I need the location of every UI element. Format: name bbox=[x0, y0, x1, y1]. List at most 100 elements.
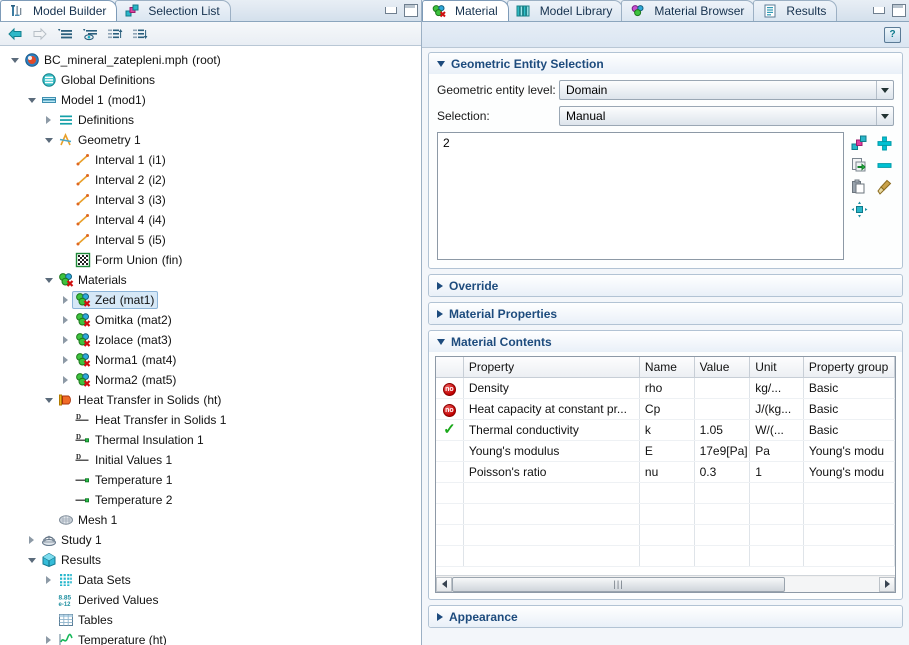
tab-material[interactable]: Material bbox=[422, 0, 509, 21]
expand-collapse-down-icon[interactable] bbox=[25, 90, 38, 110]
expand-collapse-down-icon[interactable] bbox=[25, 550, 38, 570]
expand-collapse-right-icon[interactable] bbox=[42, 570, 55, 590]
minimize-button[interactable] bbox=[383, 3, 397, 17]
section-header[interactable]: Override bbox=[429, 275, 902, 296]
selection-select[interactable]: Manual bbox=[559, 106, 894, 126]
expand-collapse-right-icon[interactable] bbox=[59, 350, 72, 370]
expand-collapse-right-icon[interactable] bbox=[59, 330, 72, 350]
tree-node-temperature-2[interactable]: Temperature 2 bbox=[0, 490, 421, 510]
table-row[interactable]: no Density rho kg/... Basic bbox=[436, 377, 895, 399]
show-hide-icon[interactable] bbox=[81, 25, 99, 43]
column-header[interactable]: Property group bbox=[803, 357, 895, 378]
go-back-icon[interactable] bbox=[6, 25, 24, 43]
tree-node-mesh-1[interactable]: Mesh 1 bbox=[0, 510, 421, 530]
tab-material-browser[interactable]: Material Browser bbox=[621, 0, 756, 21]
table-row[interactable]: ✓ Thermal conductivity k 1.05 W/(... Basic bbox=[436, 419, 895, 441]
expand-collapse-right-icon[interactable] bbox=[59, 370, 72, 390]
clear-selection-icon[interactable] bbox=[875, 178, 894, 197]
scroll-track[interactable]: ||| bbox=[452, 576, 879, 592]
tree-node-interval-4[interactable]: Interval 4 (i4) bbox=[0, 210, 421, 230]
table-row[interactable]: Young's modulus E 17e9[Pa] Pa Young's modu bbox=[436, 440, 895, 462]
scroll-thumb[interactable]: ||| bbox=[452, 576, 786, 592]
help-icon[interactable]: ? bbox=[884, 26, 901, 43]
expand-collapse-right-icon[interactable] bbox=[59, 290, 72, 310]
tree-node-derived-values[interactable]: 8.85 e-12 Derived Values bbox=[0, 590, 421, 610]
cell-value[interactable]: 17e9[Pa] bbox=[694, 440, 751, 462]
tree-node-results[interactable]: Results bbox=[0, 550, 421, 570]
tree-node-interval-3[interactable]: Interval 3 (i3) bbox=[0, 190, 421, 210]
tree-node-model-1[interactable]: Model 1 (mod1) bbox=[0, 90, 421, 110]
table-row-empty[interactable] bbox=[436, 524, 895, 546]
entity-level-select[interactable]: Domain bbox=[559, 80, 894, 100]
tree-node-definitions[interactable]: Definitions bbox=[0, 110, 421, 130]
copy-selection-icon[interactable] bbox=[850, 178, 869, 197]
scroll-right-icon[interactable] bbox=[879, 576, 895, 592]
zoom-to-selection-icon[interactable] bbox=[850, 200, 869, 219]
remove-from-selection-icon[interactable] bbox=[875, 156, 894, 175]
minimize-button[interactable] bbox=[871, 3, 885, 17]
expand-collapse-down-icon[interactable] bbox=[42, 270, 55, 290]
tab-model-builder[interactable]: Model Builder bbox=[0, 0, 118, 21]
selection-list-box[interactable]: 2 bbox=[437, 132, 844, 260]
maximize-button[interactable] bbox=[403, 3, 418, 17]
column-header[interactable] bbox=[436, 357, 464, 378]
column-header[interactable]: Name bbox=[639, 357, 695, 378]
expand-collapse-down-icon[interactable] bbox=[42, 130, 55, 150]
table-row-empty[interactable] bbox=[436, 545, 895, 567]
tree-node-data-sets[interactable]: Data Sets bbox=[0, 570, 421, 590]
column-header[interactable]: Unit bbox=[749, 357, 804, 378]
cell-value[interactable] bbox=[694, 398, 751, 420]
expand-collapse-right-icon[interactable] bbox=[42, 630, 55, 645]
expand-collapse-right-icon[interactable] bbox=[42, 110, 55, 130]
tree-node-geometry-1[interactable]: Geometry 1 bbox=[0, 130, 421, 150]
tree-node-heat-transfer-in-solids[interactable]: Heat Transfer in Solids (ht) bbox=[0, 390, 421, 410]
tree-node-omitka[interactable]: Omitka (mat2) bbox=[0, 310, 421, 330]
tree-node-bc-mineral-zatepleni-mph[interactable]: BC_mineral_zatepleni.mph (root) bbox=[0, 50, 421, 70]
tree-node-interval-1[interactable]: Interval 1 (i1) bbox=[0, 150, 421, 170]
chevron-down-icon[interactable] bbox=[876, 107, 893, 125]
tree-node-interval-2[interactable]: Interval 2 (i2) bbox=[0, 170, 421, 190]
section-header[interactable]: Material Properties bbox=[429, 303, 902, 324]
expand-collapse-down-icon[interactable] bbox=[8, 50, 21, 70]
move-up-icon[interactable] bbox=[106, 25, 124, 43]
active-selection-icon[interactable] bbox=[850, 134, 869, 153]
add-to-selection-icon[interactable] bbox=[875, 134, 894, 153]
paste-selection-icon[interactable] bbox=[850, 156, 869, 175]
tree-node-thermal-insulation-1[interactable]: D Thermal Insulation 1 bbox=[0, 430, 421, 450]
expand-collapse-right-icon[interactable] bbox=[25, 530, 38, 550]
table-row[interactable]: Poisson's ratio nu 0.3 1 Young's modu bbox=[436, 461, 895, 483]
expand-collapse-down-icon[interactable] bbox=[42, 390, 55, 410]
cell-value[interactable]: 0.3 bbox=[694, 461, 751, 483]
tree-node-temperature-1[interactable]: Temperature 1 bbox=[0, 470, 421, 490]
tree-node-interval-5[interactable]: Interval 5 (i5) bbox=[0, 230, 421, 250]
tree-node-global-definitions[interactable]: Global Definitions bbox=[0, 70, 421, 90]
collapse-all-icon[interactable] bbox=[56, 25, 74, 43]
tree-node-temperature-ht[interactable]: Temperature (ht) bbox=[0, 630, 421, 645]
tab-results[interactable]: Results bbox=[753, 0, 838, 21]
table-horizontal-scrollbar[interactable]: ||| bbox=[436, 575, 895, 592]
chevron-down-icon[interactable] bbox=[876, 81, 893, 99]
column-header[interactable]: Property bbox=[463, 357, 640, 378]
tree-node-izolace[interactable]: Izolace (mat3) bbox=[0, 330, 421, 350]
expand-collapse-right-icon[interactable] bbox=[59, 310, 72, 330]
tree-node-initial-values-1[interactable]: D Initial Values 1 bbox=[0, 450, 421, 470]
tree-node-tables[interactable]: Tables bbox=[0, 610, 421, 630]
cell-value[interactable] bbox=[694, 377, 751, 399]
scroll-left-icon[interactable] bbox=[436, 576, 452, 592]
tree-node-materials[interactable]: Materials bbox=[0, 270, 421, 290]
model-tree[interactable]: BC_mineral_zatepleni.mph (root) Global Def… bbox=[0, 46, 421, 645]
table-row[interactable]: no Heat capacity at constant pr... Cp J/(kg… bbox=[436, 398, 895, 420]
tree-node-norma2[interactable]: Norma2 (mat5) bbox=[0, 370, 421, 390]
tab-model-library[interactable]: Model Library bbox=[506, 0, 624, 21]
tree-node-heat-transfer-in-solids-1[interactable]: D Heat Transfer in Solids 1 bbox=[0, 410, 421, 430]
tree-node-form-union[interactable]: Form Union (fin) bbox=[0, 250, 421, 270]
section-header[interactable]: Material Contents bbox=[429, 331, 902, 352]
cell-value[interactable]: 1.05 bbox=[694, 419, 751, 441]
table-row-empty[interactable] bbox=[436, 503, 895, 525]
tree-node-zed[interactable]: Zed (mat1) bbox=[0, 290, 421, 310]
tab-selection-list[interactable]: Selection List bbox=[115, 0, 231, 21]
section-header[interactable]: Appearance bbox=[429, 606, 902, 627]
tree-node-norma1[interactable]: Norma1 (mat4) bbox=[0, 350, 421, 370]
maximize-button[interactable] bbox=[891, 3, 906, 17]
tree-node-study-1[interactable]: Study 1 bbox=[0, 530, 421, 550]
